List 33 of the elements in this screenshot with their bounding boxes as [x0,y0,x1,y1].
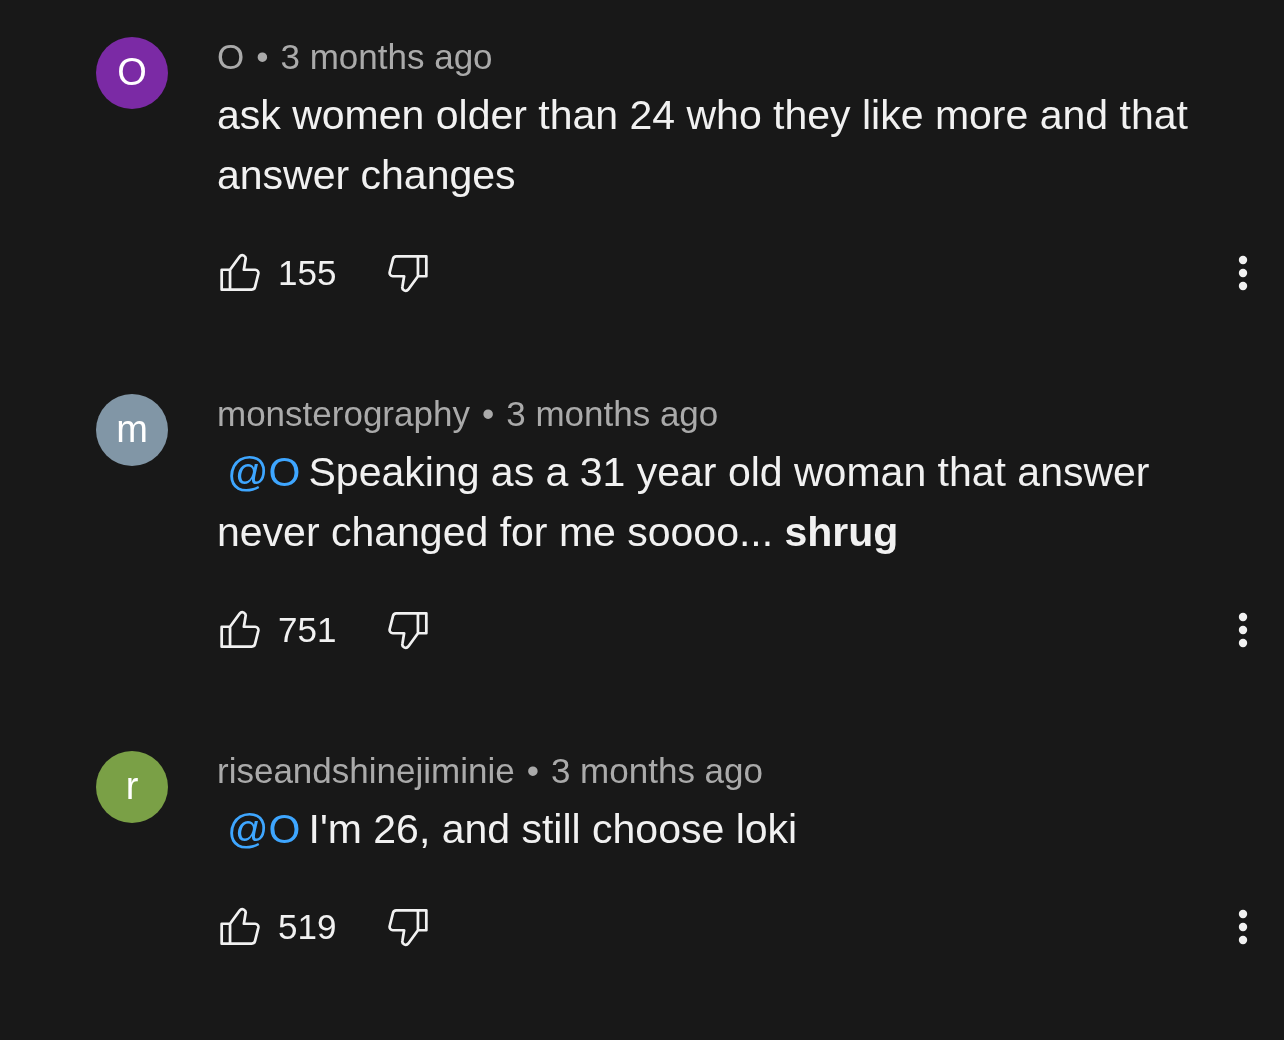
more-button[interactable] [1236,253,1250,293]
thumbs-up-icon [220,253,260,293]
thumbs-down-icon [388,610,429,650]
separator-dot: • [526,751,539,791]
author-name[interactable]: monsterography [217,394,470,434]
thumbs-down-icon [388,907,429,947]
more-options-icon [1236,253,1250,293]
author-name[interactable]: riseandshinejiminie [217,751,515,791]
more-options-icon [1236,907,1250,947]
dislike-button[interactable] [388,907,429,947]
mention-link[interactable]: @O [227,449,301,495]
comment-time[interactable]: 3 months ago [280,37,493,77]
like-button[interactable]: 519 [220,907,337,947]
more-options-icon [1236,610,1250,650]
avatar[interactable]: O [96,37,168,109]
comment-text: @O I'm 26, and still choose loki [226,805,799,854]
comment-time[interactable]: 3 months ago [550,751,763,791]
thumbs-up-icon [220,610,260,650]
author-name[interactable]: O [217,37,245,77]
mention-link[interactable]: @O [227,806,301,852]
more-button[interactable] [1236,610,1250,650]
comment-text: @O Speaking as a 31 year old woman that answer never changed for me soooo... shrug [217,448,1151,557]
dislike-button[interactable] [388,253,429,293]
thumbs-down-icon [388,253,429,293]
separator-dot: • [256,37,269,77]
separator-dot: • [481,394,495,434]
dislike-button[interactable] [388,610,429,650]
comment-time[interactable]: 3 months ago [506,394,719,434]
comment-text: ask women older than 24 who they like more and that answer changes [217,91,1189,200]
like-button[interactable]: 155 [220,253,337,293]
like-button[interactable]: 751 [220,610,337,650]
thumbs-up-icon [220,907,260,947]
more-button[interactable] [1236,907,1250,947]
